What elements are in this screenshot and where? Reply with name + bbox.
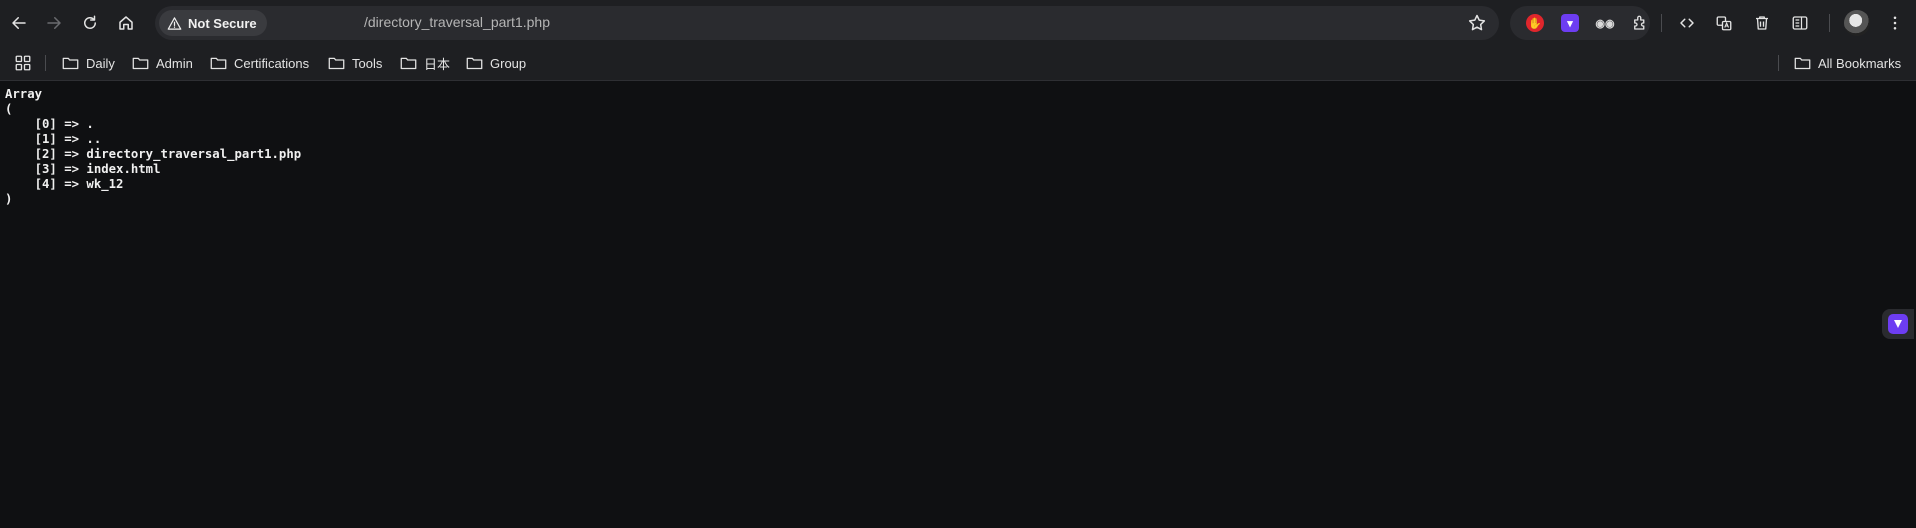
- back-button[interactable]: [5, 9, 33, 37]
- page-content: Array ( [0] => . [1] => .. [2] => direct…: [5, 87, 301, 207]
- translate-button[interactable]: [1713, 12, 1735, 34]
- purple-extension-icon[interactable]: ▾: [1561, 14, 1579, 32]
- folder-icon: [210, 57, 227, 70]
- bookmarks-bar: Daily Admin Certifications Tools 日本 Grou…: [0, 46, 1916, 81]
- home-icon: [119, 16, 133, 30]
- php-array-output: Array ( [0] => . [1] => .. [2] => direct…: [5, 87, 302, 206]
- extensions-group: ✋ ▾ ◉◉: [1510, 6, 1650, 40]
- bookmark-folder-daily[interactable]: Daily: [62, 52, 115, 74]
- folder-icon: [1794, 57, 1811, 70]
- delete-button[interactable]: [1751, 12, 1773, 34]
- spy-glasses-extension-icon[interactable]: ◉◉: [1595, 14, 1614, 32]
- devtools-button[interactable]: [1676, 12, 1698, 34]
- security-label: Not Secure: [188, 15, 257, 31]
- security-indicator[interactable]: Not Secure: [159, 10, 267, 36]
- floating-extension-button[interactable]: [1882, 309, 1914, 339]
- folder-icon: [132, 57, 149, 70]
- extension-logo-icon: [1888, 314, 1908, 334]
- toolbar-separator: [1829, 14, 1830, 32]
- back-arrow-icon: [12, 17, 26, 29]
- bookmarks-separator: [45, 55, 46, 71]
- profile-avatar[interactable]: [1844, 10, 1870, 36]
- bookmark-label: 日本: [424, 56, 451, 72]
- folder-icon: [466, 57, 483, 70]
- bookmark-folder-certifications[interactable]: Certifications: [210, 52, 309, 74]
- bookmark-folder-japan[interactable]: 日本: [400, 52, 450, 74]
- home-button[interactable]: [112, 9, 140, 37]
- forward-button[interactable]: [40, 9, 68, 37]
- apps-grid-icon[interactable]: [14, 54, 32, 72]
- toolbar-separator: [1661, 14, 1662, 32]
- star-icon[interactable]: [1467, 13, 1487, 33]
- bookmark-folder-tools[interactable]: Tools: [328, 52, 382, 74]
- trash-icon: [1756, 16, 1768, 30]
- reading-list-button[interactable]: [1789, 12, 1811, 34]
- code-icon: [1680, 18, 1694, 28]
- url-text[interactable]: /directory_traversal_part1.php: [364, 14, 550, 30]
- menu-button[interactable]: [1884, 12, 1906, 34]
- bookmark-label: Certifications: [234, 55, 310, 71]
- folder-icon: [62, 57, 79, 70]
- folder-icon: [328, 57, 345, 70]
- bookmark-label: Group: [490, 55, 527, 71]
- folder-icon: [400, 57, 417, 70]
- warning-triangle-icon: [167, 16, 182, 30]
- bookmark-label: Tools: [352, 55, 383, 71]
- translate-icon: [1716, 16, 1732, 31]
- forward-arrow-icon: [47, 17, 61, 29]
- side-panel-icon: [1792, 16, 1808, 30]
- bookmarks-separator: [1778, 55, 1779, 71]
- browser-toolbar: Not Secure /directory_traversal_part1.ph…: [0, 0, 1916, 46]
- address-bar[interactable]: Not Secure /directory_traversal_part1.ph…: [155, 6, 1499, 40]
- bookmark-folder-group[interactable]: Group: [466, 52, 526, 74]
- reload-button[interactable]: [76, 9, 104, 37]
- ublock-extension-icon[interactable]: ✋: [1526, 14, 1544, 32]
- all-bookmarks-button[interactable]: All Bookmarks: [1794, 52, 1901, 74]
- reload-icon: [84, 15, 96, 29]
- kebab-menu-icon: [1893, 16, 1897, 30]
- puzzle-extensions-icon[interactable]: [1631, 14, 1649, 32]
- all-bookmarks-label: All Bookmarks: [1818, 55, 1902, 71]
- bookmark-label: Daily: [86, 55, 115, 71]
- bookmark-label: Admin: [156, 55, 193, 71]
- bookmark-folder-admin[interactable]: Admin: [132, 52, 193, 74]
